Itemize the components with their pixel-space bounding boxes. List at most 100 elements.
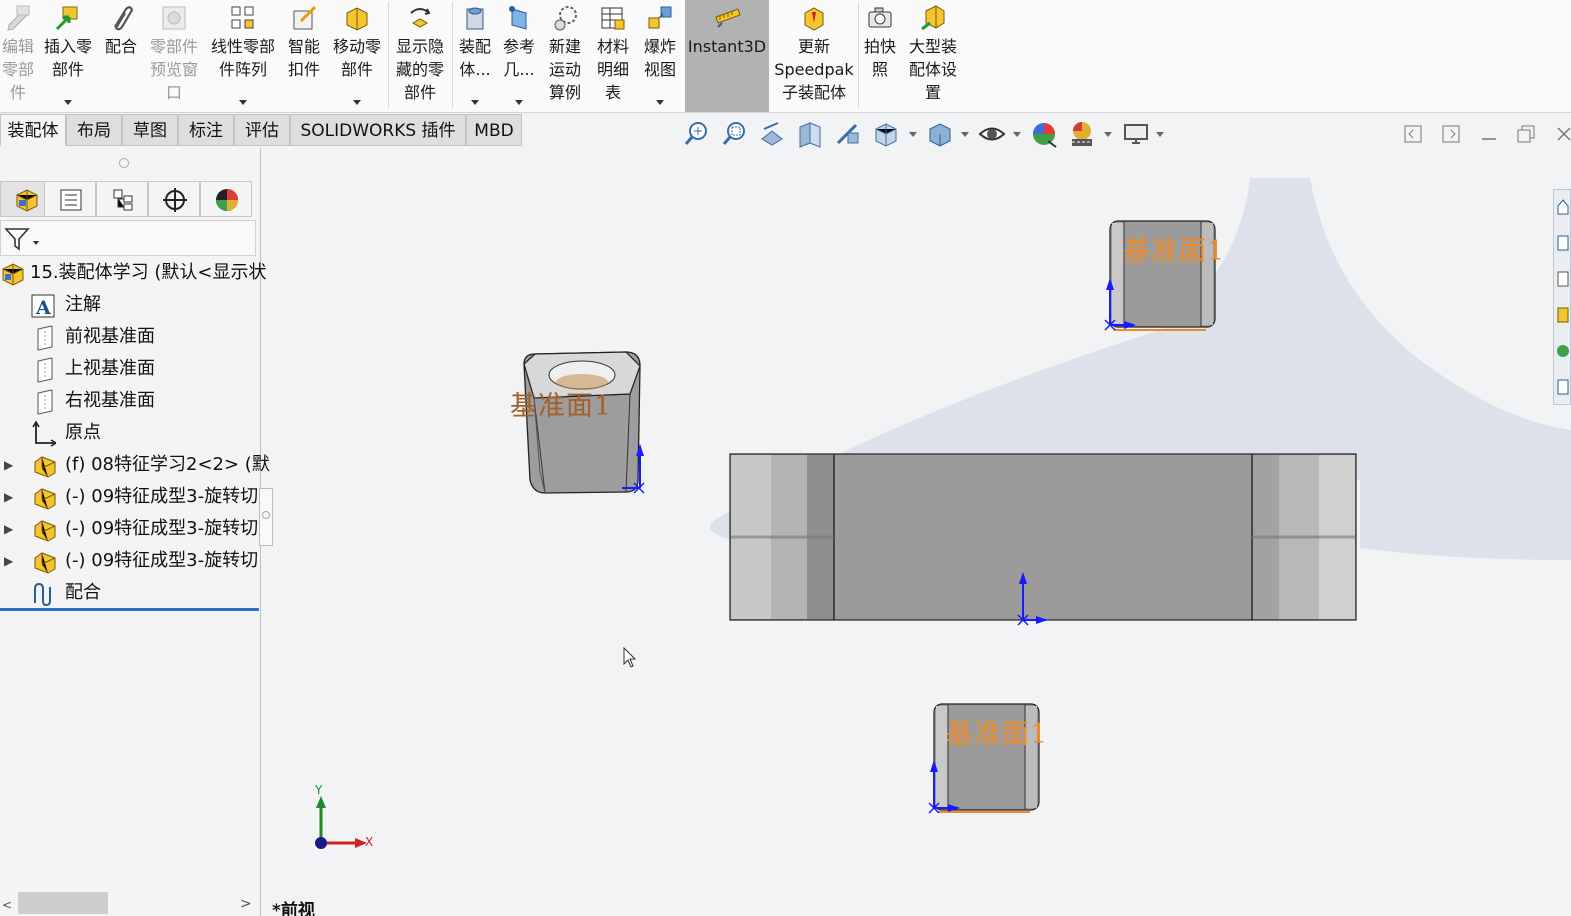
component-preview-button[interactable]: 零部件 预览窗 口 bbox=[144, 0, 204, 112]
edit-appearance-icon[interactable] bbox=[1030, 119, 1058, 149]
chevron-down-icon[interactable] bbox=[1013, 132, 1021, 137]
plane-annotation-label[interactable]: 基准面1 bbox=[510, 384, 612, 423]
property-list-icon bbox=[60, 189, 82, 211]
chevron-down-icon[interactable] bbox=[656, 100, 664, 105]
chevron-down-icon[interactable] bbox=[1156, 132, 1164, 137]
tab-assembly[interactable]: 装配体 bbox=[0, 114, 66, 146]
move-component-button[interactable]: 移动零 部件 bbox=[328, 0, 386, 112]
ribbon-separator bbox=[388, 2, 389, 108]
bill-of-materials-button[interactable]: 材料 明细 表 bbox=[590, 0, 636, 112]
bom-table-icon bbox=[601, 7, 625, 30]
command-manager-tabs: 装配体 布局 草图 标注 评估 SOLIDWORKS 插件 MBD bbox=[0, 114, 530, 147]
ribbon-separator bbox=[452, 2, 453, 108]
take-snapshot-button[interactable]: 拍快 照 bbox=[860, 0, 900, 112]
display-manager-icon bbox=[216, 189, 238, 211]
dynamic-annotation-views-icon[interactable] bbox=[834, 119, 862, 149]
rollback-bar[interactable] bbox=[0, 608, 259, 611]
large-assembly-settings-button[interactable]: 大型装 配体设 置 bbox=[902, 0, 964, 112]
crosshair-icon bbox=[163, 188, 187, 212]
expand-arrow-icon[interactable]: ▶ bbox=[4, 545, 14, 577]
chevron-down-icon[interactable] bbox=[1104, 132, 1112, 137]
chevron-down-icon[interactable] bbox=[961, 132, 969, 137]
plane-icon bbox=[37, 357, 53, 383]
tab-dimxpert-manager[interactable] bbox=[148, 181, 200, 217]
restore-icon[interactable] bbox=[1515, 123, 1537, 145]
section-view-icon[interactable] bbox=[796, 119, 824, 149]
exploded-view-button[interactable]: 爆炸 视图 bbox=[638, 0, 682, 112]
dock-left-icon[interactable] bbox=[1402, 123, 1424, 145]
instant3d-icon bbox=[715, 8, 741, 28]
feature-tree-icon bbox=[16, 189, 38, 212]
command-manager-ribbon: 编辑 零部 件 插入零 部件 配合 零部件 预览窗 口 线性零部 件阵列 智能 … bbox=[0, 0, 1571, 113]
show-hidden-components-button[interactable]: 显示隐 藏的零 部件 bbox=[390, 0, 450, 112]
move-component-icon bbox=[346, 7, 368, 31]
expand-arrow-icon[interactable]: ▶ bbox=[4, 513, 14, 545]
zoom-to-fit-icon[interactable] bbox=[682, 119, 710, 149]
configuration-icon bbox=[113, 189, 133, 211]
svg-text:A: A bbox=[35, 297, 51, 319]
horizontal-scrollbar[interactable]: < > bbox=[0, 892, 259, 914]
tab-mbd[interactable]: MBD bbox=[466, 114, 522, 146]
tree-filter-bar[interactable] bbox=[0, 220, 256, 256]
plane-icon bbox=[37, 389, 53, 415]
previous-view-icon[interactable] bbox=[758, 119, 786, 149]
instant3d-button[interactable]: Instant3D bbox=[685, 0, 769, 112]
plane-annotation-label[interactable]: 基准面1 bbox=[1123, 229, 1225, 268]
insert-components-button[interactable]: 插入零 部件 bbox=[38, 0, 98, 112]
tab-layout[interactable]: 布局 bbox=[66, 114, 122, 146]
mate-button[interactable]: 配合 bbox=[100, 0, 142, 112]
dock-right-icon[interactable] bbox=[1440, 123, 1462, 145]
chevron-down-icon[interactable] bbox=[239, 100, 247, 105]
scroll-right-icon[interactable]: > bbox=[240, 896, 252, 912]
reference-geometry-icon bbox=[509, 6, 527, 30]
base-block-part[interactable] bbox=[729, 453, 1357, 626]
hide-show-items-icon[interactable] bbox=[978, 119, 1006, 149]
reference-geometry-button[interactable]: 参考 几... bbox=[498, 0, 540, 112]
part-icon bbox=[34, 488, 56, 510]
zoom-to-area-icon[interactable] bbox=[720, 119, 748, 149]
expand-arrow-icon[interactable]: ▶ bbox=[4, 481, 14, 513]
linear-pattern-button[interactable]: 线性零部 件阵列 bbox=[206, 0, 280, 112]
triad-y-label: Y bbox=[315, 783, 323, 797]
task-pane-strip bbox=[1553, 189, 1571, 405]
tab-evaluate[interactable]: 评估 bbox=[234, 114, 290, 146]
display-style-icon[interactable] bbox=[926, 119, 954, 149]
assembly-features-button[interactable]: 装配 体... bbox=[454, 0, 496, 112]
smart-fasteners-button[interactable]: 智能 扣件 bbox=[282, 0, 326, 112]
part-icon bbox=[34, 552, 56, 574]
plane-annotation-label[interactable]: 基准面1 bbox=[946, 712, 1048, 751]
task-pane-icons[interactable] bbox=[1556, 196, 1570, 396]
tab-markup[interactable]: 标注 bbox=[178, 114, 234, 146]
tab-property-manager[interactable] bbox=[44, 181, 96, 217]
chevron-down-icon[interactable] bbox=[515, 100, 523, 105]
chevron-down-icon[interactable] bbox=[909, 132, 917, 137]
apply-scene-icon[interactable] bbox=[1068, 119, 1096, 149]
scroll-left-icon[interactable]: < bbox=[2, 898, 12, 912]
camera-icon bbox=[868, 7, 892, 28]
panel-collapse-handle[interactable] bbox=[119, 158, 129, 168]
motion-study-icon bbox=[554, 6, 577, 31]
assembly-features-icon bbox=[466, 7, 484, 30]
tab-configuration-manager[interactable] bbox=[96, 181, 148, 217]
expand-arrow-icon[interactable]: ▶ bbox=[4, 449, 14, 481]
model-scene[interactable] bbox=[262, 150, 1571, 916]
update-speedpak-button[interactable]: 更新 Speedpak 子装配体 bbox=[772, 0, 856, 112]
view-settings-monitor-icon[interactable] bbox=[1122, 119, 1150, 149]
chevron-down-icon[interactable] bbox=[64, 100, 72, 105]
edit-component-icon bbox=[7, 5, 30, 31]
tab-sketch[interactable]: 草图 bbox=[122, 114, 178, 146]
tab-display-manager[interactable] bbox=[200, 181, 252, 217]
chevron-down-icon[interactable] bbox=[353, 100, 361, 105]
new-motion-study-button[interactable]: 新建 运动 算例 bbox=[542, 0, 588, 112]
edit-component-button[interactable]: 编辑 零部 件 bbox=[0, 0, 36, 112]
close-icon[interactable] bbox=[1553, 123, 1571, 145]
mouse-cursor-icon bbox=[623, 646, 637, 668]
smart-fasteners-icon bbox=[293, 5, 317, 30]
chevron-down-icon[interactable] bbox=[471, 100, 479, 105]
minimize-icon[interactable] bbox=[1478, 123, 1500, 145]
tab-solidworks-addins[interactable]: SOLIDWORKS 插件 bbox=[290, 114, 466, 146]
filter-funnel-icon[interactable] bbox=[3, 226, 39, 252]
graphics-area[interactable]: 基准面1 基准面1 基准面1 Y X bbox=[262, 150, 1571, 916]
view-orientation-icon[interactable] bbox=[872, 119, 900, 149]
scroll-thumb[interactable] bbox=[18, 892, 108, 914]
